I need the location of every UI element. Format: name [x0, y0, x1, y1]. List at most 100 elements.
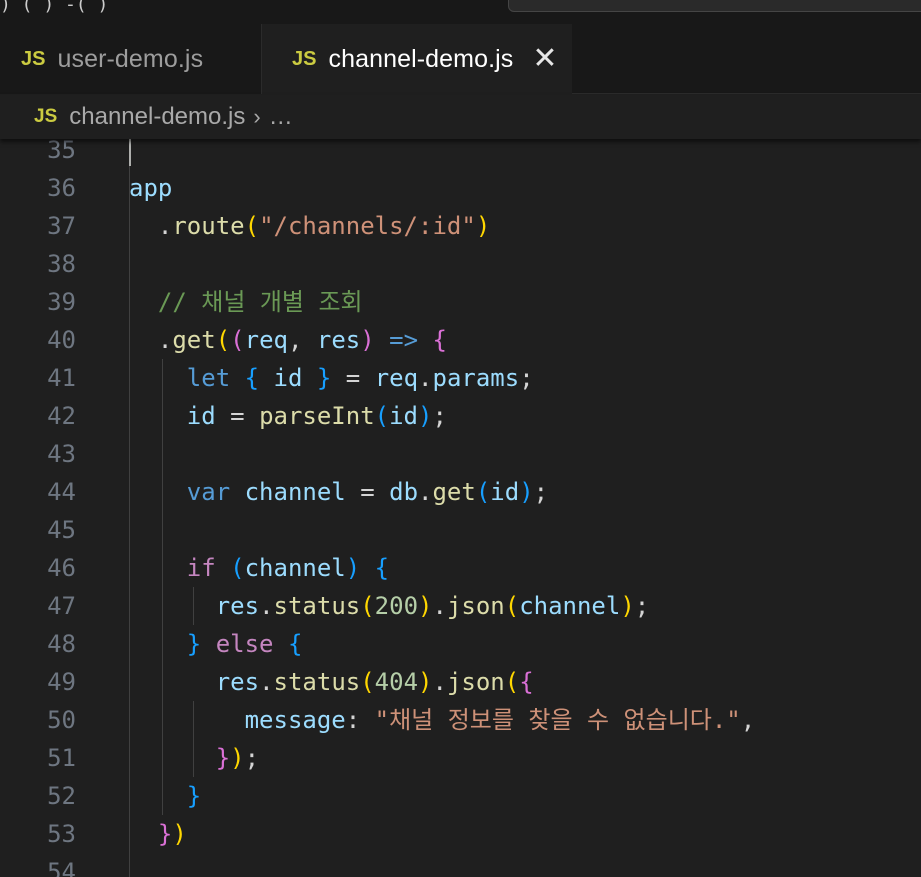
code-token: message [244, 706, 346, 734]
code-line[interactable]: 54 [0, 853, 921, 877]
line-number: 37 [47, 212, 76, 240]
code-token: ( [230, 326, 245, 354]
javascript-file-icon: JS [21, 47, 46, 70]
code-line[interactable]: 44 var channel = db.get(id); [0, 473, 921, 511]
code-token: ( [374, 402, 390, 430]
tab-channel-demo[interactable]: JS channel-demo.js ✕ [262, 24, 572, 95]
code-token: . [418, 478, 433, 506]
code-token: res [316, 326, 361, 354]
code-token: = [345, 478, 390, 506]
command-center-search[interactable] [508, 0, 921, 12]
line-number: 46 [47, 554, 76, 582]
code-token: , [287, 326, 317, 354]
code-token: ) [418, 402, 433, 430]
code-token: : [345, 706, 375, 734]
code-text: }); [129, 739, 259, 777]
code-token: ; [533, 478, 549, 506]
chevron-right-icon: › [253, 104, 261, 129]
line-number: 47 [47, 592, 76, 620]
code-token: ( [230, 554, 245, 582]
code-token: { [519, 668, 534, 696]
code-text: res.status(200).json(channel); [129, 587, 650, 625]
code-token: status [273, 668, 361, 696]
code-line[interactable]: 50 message: "채널 정보를 찾을 수 없습니다.", [0, 701, 921, 739]
line-number: 35 [47, 139, 76, 164]
code-token: ) [230, 744, 245, 772]
code-token: ; [519, 364, 534, 392]
code-line[interactable]: 43 [0, 435, 921, 473]
code-token: { [287, 630, 303, 658]
code-text: .get((req, res) => { [129, 321, 447, 359]
code-line[interactable]: 53 }) [0, 815, 921, 853]
code-line[interactable]: 51 }); [0, 739, 921, 777]
indent-guide [162, 359, 163, 815]
code-token: { [374, 554, 390, 582]
title-bar-fragment: ) ( ) -( ) [0, 0, 109, 15]
code-line[interactable]: 52 } [0, 777, 921, 815]
code-line[interactable]: 39 // 채널 개별 조회 [0, 283, 921, 321]
line-number: 51 [47, 744, 76, 772]
code-line[interactable]: 48 } else { [0, 625, 921, 663]
line-number: 43 [47, 440, 76, 468]
code-line[interactable]: 36 app [0, 169, 921, 207]
breadcrumb-file[interactable]: channel-demo.js [69, 103, 245, 131]
code-token: ( [360, 668, 375, 696]
code-token: } [215, 744, 231, 772]
breadcrumb-more[interactable]: … [269, 103, 293, 131]
code-token: ) [345, 554, 361, 582]
line-number: 45 [47, 516, 76, 544]
code-line[interactable]: 37 .route("/channels/:id") [0, 207, 921, 245]
line-number: 38 [47, 250, 76, 278]
code-token: id [186, 402, 216, 430]
code-token: => [389, 326, 419, 354]
code-token: ) [418, 668, 433, 696]
code-line[interactable]: 47 res.status(200).json(channel); [0, 587, 921, 625]
line-number: 36 [47, 174, 76, 202]
code-token: res [215, 668, 260, 696]
code-line[interactable]: 41 let { id } = req.params; [0, 359, 921, 397]
tab-user-demo[interactable]: JS user-demo.js [0, 24, 262, 94]
code-token: ( [504, 668, 520, 696]
code-text: var channel = db.get(id); [129, 473, 548, 511]
code-line[interactable]: 42 id = parseInt(id); [0, 397, 921, 435]
code-text: message: "채널 정보를 찾을 수 없습니다.", [129, 701, 756, 739]
indent-guide [193, 701, 194, 777]
code-token: = [331, 364, 375, 392]
code-token: ( [360, 592, 375, 620]
code-text: res.status(404).json({ [129, 663, 534, 701]
title-bar: ) ( ) -( ) [0, 0, 921, 24]
code-token: } [186, 630, 202, 658]
breadcrumb: JS channel-demo.js › … [0, 95, 921, 139]
code-token: channel [244, 554, 346, 582]
indent-guide [193, 587, 194, 625]
code-token: ( [215, 326, 231, 354]
code-token: req [374, 364, 419, 392]
code-line[interactable]: 46 if (channel) { [0, 549, 921, 587]
code-line[interactable]: 38 [0, 245, 921, 283]
code-token: status [273, 592, 361, 620]
code-line[interactable]: 40 .get((req, res) => { [0, 321, 921, 359]
close-icon[interactable]: ✕ [530, 42, 560, 75]
code-token: channel [519, 592, 621, 620]
line-number: 48 [47, 630, 76, 658]
code-editor[interactable]: 35 36 app 37 .route("/channels/:id") 38 39 //… [0, 139, 921, 877]
code-line[interactable]: 49 res.status(404).json({ [0, 663, 921, 701]
code-token: . [129, 212, 173, 240]
code-token: ) [475, 212, 491, 240]
code-text: }) [129, 815, 187, 853]
code-line[interactable]: 35 [0, 139, 921, 169]
line-number: 52 [47, 782, 76, 810]
code-text: .route("/channels/:id") [129, 207, 490, 245]
code-token: ; [432, 402, 447, 430]
code-token: ) [418, 592, 433, 620]
code-line[interactable]: 45 [0, 511, 921, 549]
